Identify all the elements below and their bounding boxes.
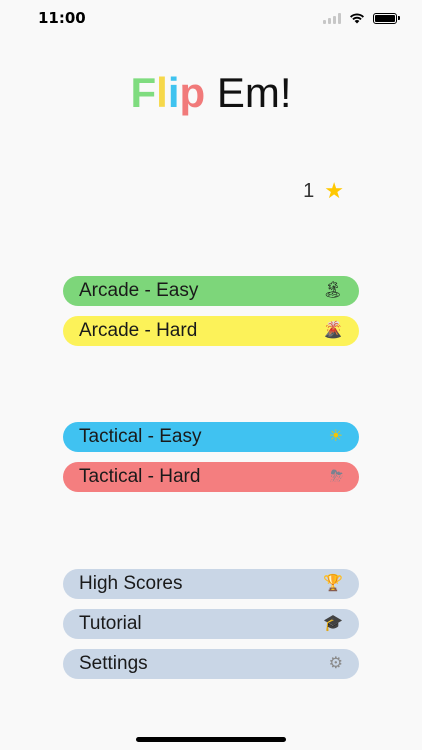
status-bar: 11:00 — [0, 0, 422, 40]
status-time: 11:00 — [38, 9, 86, 27]
star-counter: 1 ★ — [303, 180, 344, 203]
status-icons — [323, 12, 400, 24]
island-icon: 🏝 — [322, 282, 343, 299]
wifi-icon — [350, 13, 364, 24]
battery-tip — [398, 16, 400, 20]
settings-label: Settings — [79, 653, 148, 674]
tutorial-label: Tutorial — [79, 613, 142, 634]
high-scores-button[interactable]: High Scores 🏆 — [63, 569, 359, 599]
title-letter-f: F — [130, 69, 157, 116]
cellular-signal-icon — [323, 12, 341, 24]
title-rest: Em! — [205, 69, 292, 116]
tactical-hard-label: Tactical - Hard — [79, 466, 201, 487]
high-scores-label: High Scores — [79, 573, 183, 594]
title-letter-i: i — [167, 69, 180, 116]
star-count: 1 — [303, 180, 315, 202]
title-letter-p: p — [179, 69, 206, 116]
volcano-icon: 🌋 — [323, 322, 343, 339]
app-title: Flip Em! — [0, 68, 422, 118]
graduation-cap-icon: 🎓 — [323, 615, 343, 632]
tactical-easy-label: Tactical - Easy — [79, 426, 202, 447]
trophy-icon: 🏆 — [323, 575, 343, 592]
arcade-hard-label: Arcade - Hard — [79, 320, 198, 341]
tactical-easy-button[interactable]: Tactical - Easy ☀ — [63, 422, 359, 452]
arcade-easy-button[interactable]: Arcade - Easy 🏝 — [63, 276, 359, 306]
home-indicator[interactable] — [136, 737, 286, 742]
storm-cloud-icon: ⛈ — [330, 468, 343, 485]
title-letter-l: l — [156, 69, 168, 116]
sun-icon: ☀ — [328, 428, 343, 445]
arcade-easy-label: Arcade - Easy — [79, 280, 199, 301]
tactical-hard-button[interactable]: Tactical - Hard ⛈ — [63, 462, 359, 492]
arcade-hard-button[interactable]: Arcade - Hard 🌋 — [63, 316, 359, 346]
gear-icon: ⚙ — [328, 655, 343, 672]
battery-icon — [373, 12, 397, 24]
settings-button[interactable]: Settings ⚙ — [63, 649, 359, 679]
star-icon: ★ — [324, 178, 344, 204]
tutorial-button[interactable]: Tutorial 🎓 — [63, 609, 359, 639]
